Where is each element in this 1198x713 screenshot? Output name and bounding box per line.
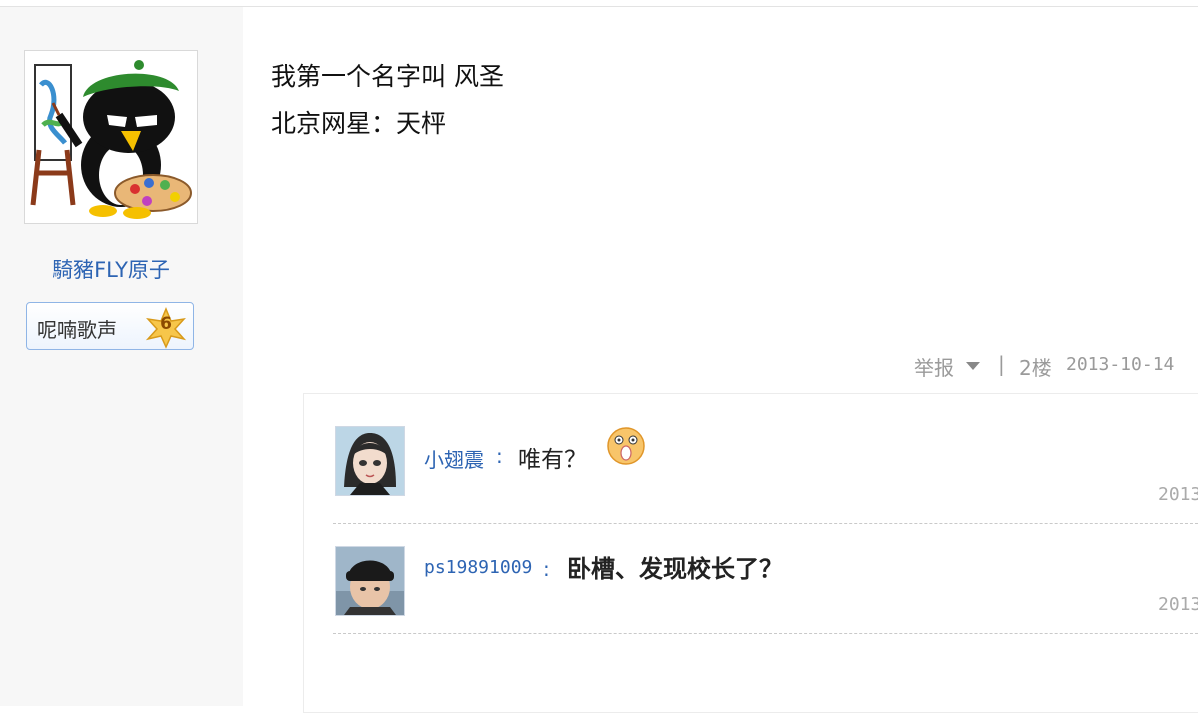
author-avatar-image	[29, 55, 193, 219]
post-date: 2013-10-14	[1066, 354, 1175, 375]
reply-date: 2013	[1158, 484, 1198, 505]
reply-username[interactable]: ps19891009	[424, 557, 532, 578]
reply-colon: :	[543, 557, 550, 581]
reply-date: 2013	[1158, 594, 1198, 615]
reply-colon: :	[496, 444, 503, 468]
level-number: 6	[160, 314, 172, 334]
report-dropdown-icon[interactable]	[966, 362, 980, 370]
reply-avatar-image	[336, 427, 404, 495]
meta-separator: |	[998, 352, 1005, 376]
reply-divider	[333, 523, 1198, 524]
reply-avatar-image	[336, 547, 404, 615]
author-avatar[interactable]	[24, 50, 198, 224]
reply-text: 唯有？	[518, 447, 587, 473]
report-link[interactable]: 举报	[914, 352, 954, 381]
level-badge-label: 呢喃歌声	[37, 318, 117, 342]
reply-divider	[333, 633, 1198, 634]
reply-avatar[interactable]	[335, 426, 405, 496]
reply-username[interactable]: 小翅震	[424, 444, 484, 473]
post-line-2: 北京网星：天枰	[271, 109, 447, 138]
author-username[interactable]: 騎豬FLY原子	[0, 254, 222, 284]
reply-avatar[interactable]	[335, 546, 405, 616]
level-badge[interactable]: 呢喃歌声 6	[26, 302, 194, 350]
reply-text: 卧槽、发现校长了？	[567, 555, 783, 583]
surprised-emoji-icon	[607, 427, 645, 465]
floor-number: 2楼	[1019, 356, 1052, 380]
top-divider	[0, 0, 1198, 7]
post-line-1: 我第一个名字叫 风圣	[271, 62, 504, 91]
